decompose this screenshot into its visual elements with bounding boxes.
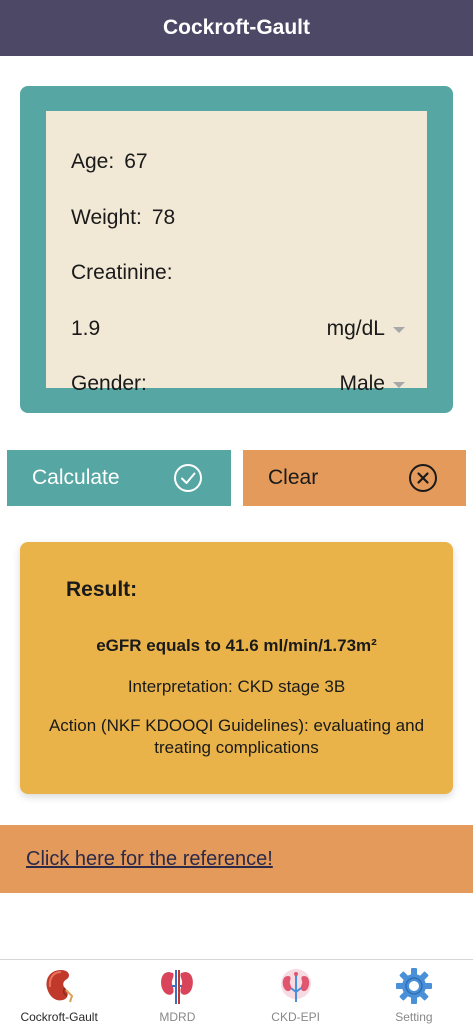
bottom-tab-bar: Cockroft-Gault MDRD CKD-EPI Setting — [0, 959, 473, 1024]
age-row: Age: 67 — [71, 147, 405, 177]
kidney-icon — [46, 970, 74, 1003]
input-panel: Age: 67 Weight: 78 Creatinine: 1.9 mg/dL — [46, 111, 427, 395]
calculate-label: Calculate — [32, 466, 120, 489]
tab-label: Cockroft-Gault — [20, 1010, 98, 1024]
creatinine-label: Creatinine: — [71, 261, 173, 284]
tab-label: Setting — [395, 1010, 433, 1024]
weight-row: Weight: 78 — [71, 203, 405, 233]
kidneys-icon — [161, 970, 194, 1004]
weight-label: Weight: — [71, 206, 142, 229]
tab-ckd-epi[interactable]: CKD-EPI — [237, 960, 355, 1024]
top-bar: Cockroft-Gault — [0, 0, 473, 56]
age-input[interactable]: 67 — [124, 150, 147, 174]
action-text: Action (NKF KDOOQI Guidelines): evaluati… — [48, 716, 425, 757]
reference-bar: Click here for the reference! — [0, 825, 473, 893]
tab-label: MDRD — [159, 1010, 196, 1024]
input-card: Age: 67 Weight: 78 Creatinine: 1.9 mg/dL — [20, 86, 453, 413]
app-screen: Cockroft-Gault Age: 67 Weight: 78 Creati… — [0, 0, 473, 1024]
creatinine-row: Creatinine: — [71, 258, 405, 288]
creatinine-value-row: 1.9 mg/dL — [71, 314, 405, 344]
check-circle-icon — [174, 464, 202, 492]
gender-label: Gender: — [71, 372, 147, 395]
clear-button[interactable]: Clear — [243, 450, 466, 506]
tab-setting[interactable]: Setting — [355, 960, 473, 1024]
gear-icon — [395, 968, 432, 1004]
creatinine-input[interactable]: 1.9 — [71, 317, 100, 341]
calculate-button[interactable]: Calculate — [7, 450, 231, 506]
age-label: Age: — [71, 150, 115, 173]
result-title: Result: — [66, 578, 138, 601]
tab-label: CKD-EPI — [271, 1010, 320, 1024]
creatinine-unit-value: mg/dL — [326, 317, 385, 340]
close-circle-icon — [409, 464, 437, 492]
chevron-down-icon — [393, 327, 405, 333]
page-title: Cockroft-Gault — [163, 16, 310, 39]
gender-row: Gender: Male — [71, 369, 405, 399]
gender-select[interactable]: Male — [339, 372, 405, 396]
reference-link[interactable]: Click here for the reference! — [26, 848, 273, 871]
creatinine-unit-select[interactable]: mg/dL — [327, 317, 405, 341]
egfr-result: eGFR equals to 41.6 ml/min/1.73m² — [96, 636, 377, 655]
weight-input[interactable]: 78 — [152, 206, 175, 230]
tab-cockroft-gault[interactable]: Cockroft-Gault — [0, 960, 118, 1024]
gender-value: Male — [339, 372, 385, 395]
interpretation-text: Interpretation: CKD stage 3B — [127, 677, 346, 696]
tab-mdrd[interactable]: MDRD — [118, 960, 236, 1024]
kidney-network-icon — [280, 969, 311, 1002]
chevron-down-icon — [393, 382, 405, 388]
result-card: Result: eGFR equals to 41.6 ml/min/1.73m… — [20, 542, 453, 794]
clear-label: Clear — [268, 466, 319, 489]
